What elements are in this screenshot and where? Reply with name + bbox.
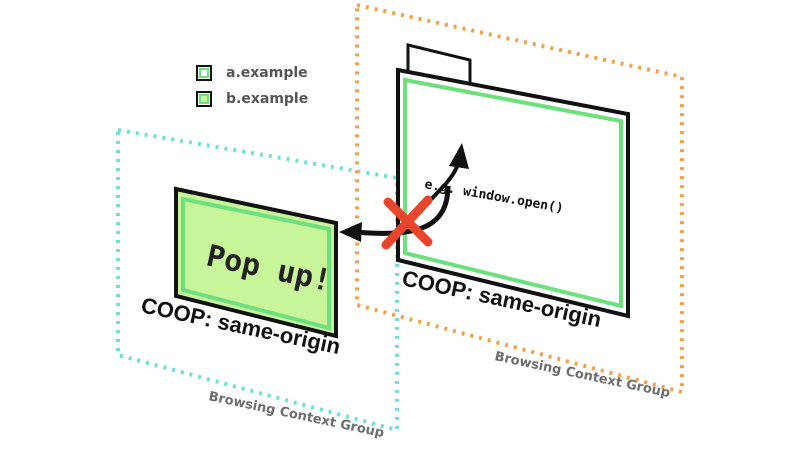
opener-group-label: Browsing Context Group [493, 349, 671, 401]
a-example-label: a.example [226, 65, 308, 81]
origin-legend: a.example b.example [196, 60, 308, 112]
coop-diagram: Pop up! COOP: same-origin Browsing Conte… [116, 2, 684, 441]
b-example-swatch-icon [196, 91, 212, 107]
a-example-swatch-icon [196, 65, 212, 81]
legend-item-b-example: b.example [196, 86, 308, 112]
b-example-label: b.example [226, 91, 309, 107]
a-example-swatch-fill [199, 68, 209, 78]
popup-group-label: Browsing Context Group [207, 389, 385, 441]
legend-item-a-example: a.example [196, 60, 308, 86]
b-example-swatch-fill [199, 94, 209, 104]
opener-reference-arrowhead [339, 222, 362, 242]
